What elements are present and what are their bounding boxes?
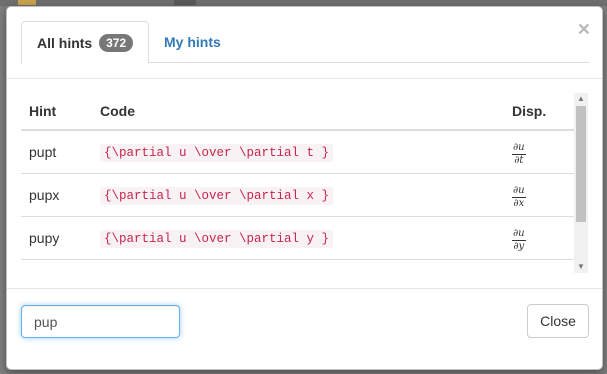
dialog-body: Hint Code Disp. pupt {\partial u \over \… (7, 79, 602, 289)
display-cell: ∂u ∂x (504, 173, 574, 217)
rendered-formula: ∂u ∂x (512, 185, 526, 209)
hint-name: pupx (21, 173, 92, 217)
hint-code: {\partial u \over \partial y } (100, 230, 334, 248)
formula-denominator: ∂t (514, 154, 524, 166)
code-cell: {\partial u \over \partial x } (92, 173, 504, 217)
backdrop-element (18, 0, 36, 5)
hints-table: Hint Code Disp. pupt {\partial u \over \… (21, 93, 574, 260)
hint-search-input[interactable] (21, 305, 180, 338)
tab-my-hints[interactable]: My hints (149, 21, 236, 63)
display-cell: ∂u ∂y (504, 216, 574, 260)
hint-code: {\partial u \over \partial t } (100, 144, 334, 163)
dialog-footer: Close (7, 289, 602, 369)
scrollbar-thumb[interactable] (576, 106, 586, 222)
scroll-down-arrow-icon[interactable]: ▼ (574, 261, 588, 273)
table-row[interactable]: pupx {\partial u \over \partial x } ∂u ∂… (21, 173, 574, 217)
tab-all-hints[interactable]: All hints 372 (21, 21, 150, 64)
formula-numerator: ∂u (512, 142, 526, 155)
code-cell: {\partial u \over \partial t } (92, 130, 504, 174)
code-cell: {\partial u \over \partial y } (92, 216, 504, 260)
table-scrollbar[interactable]: ▲ ▼ (574, 93, 588, 273)
hint-name: pupt (21, 130, 92, 174)
formula-numerator: ∂u (512, 185, 526, 198)
column-header-code: Code (92, 93, 504, 131)
dialog-header: All hints 372 My hints × (7, 7, 602, 79)
rendered-formula: ∂u ∂t (512, 142, 526, 166)
table-row[interactable]: pupt {\partial u \over \partial t } ∂u ∂… (21, 130, 574, 174)
scroll-up-arrow-icon[interactable]: ▲ (574, 93, 588, 105)
hints-table-container: Hint Code Disp. pupt {\partial u \over \… (21, 93, 588, 273)
close-button[interactable]: Close (527, 304, 589, 338)
display-cell: ∂u ∂t (504, 130, 574, 174)
formula-denominator: ∂y (513, 240, 525, 252)
hint-name: pupy (21, 216, 92, 260)
backdrop-element (174, 0, 196, 5)
tab-label: My hints (164, 34, 221, 50)
table-header-row: Hint Code Disp. (21, 93, 574, 131)
rendered-formula: ∂u ∂y (512, 228, 526, 252)
hint-code: {\partial u \over \partial x } (100, 187, 334, 205)
tab-bar: All hints 372 My hints (21, 21, 589, 64)
tab-label: All hints (37, 35, 93, 51)
hints-dialog: All hints 372 My hints × Hint Code Disp. (6, 6, 603, 370)
close-icon[interactable]: × (578, 19, 590, 40)
formula-numerator: ∂u (512, 228, 526, 241)
column-header-hint: Hint (21, 93, 92, 131)
column-header-display: Disp. (504, 93, 574, 131)
table-row[interactable]: pupy {\partial u \over \partial y } ∂u ∂… (21, 216, 574, 260)
formula-denominator: ∂x (513, 197, 525, 209)
hint-count-badge: 372 (99, 34, 134, 52)
